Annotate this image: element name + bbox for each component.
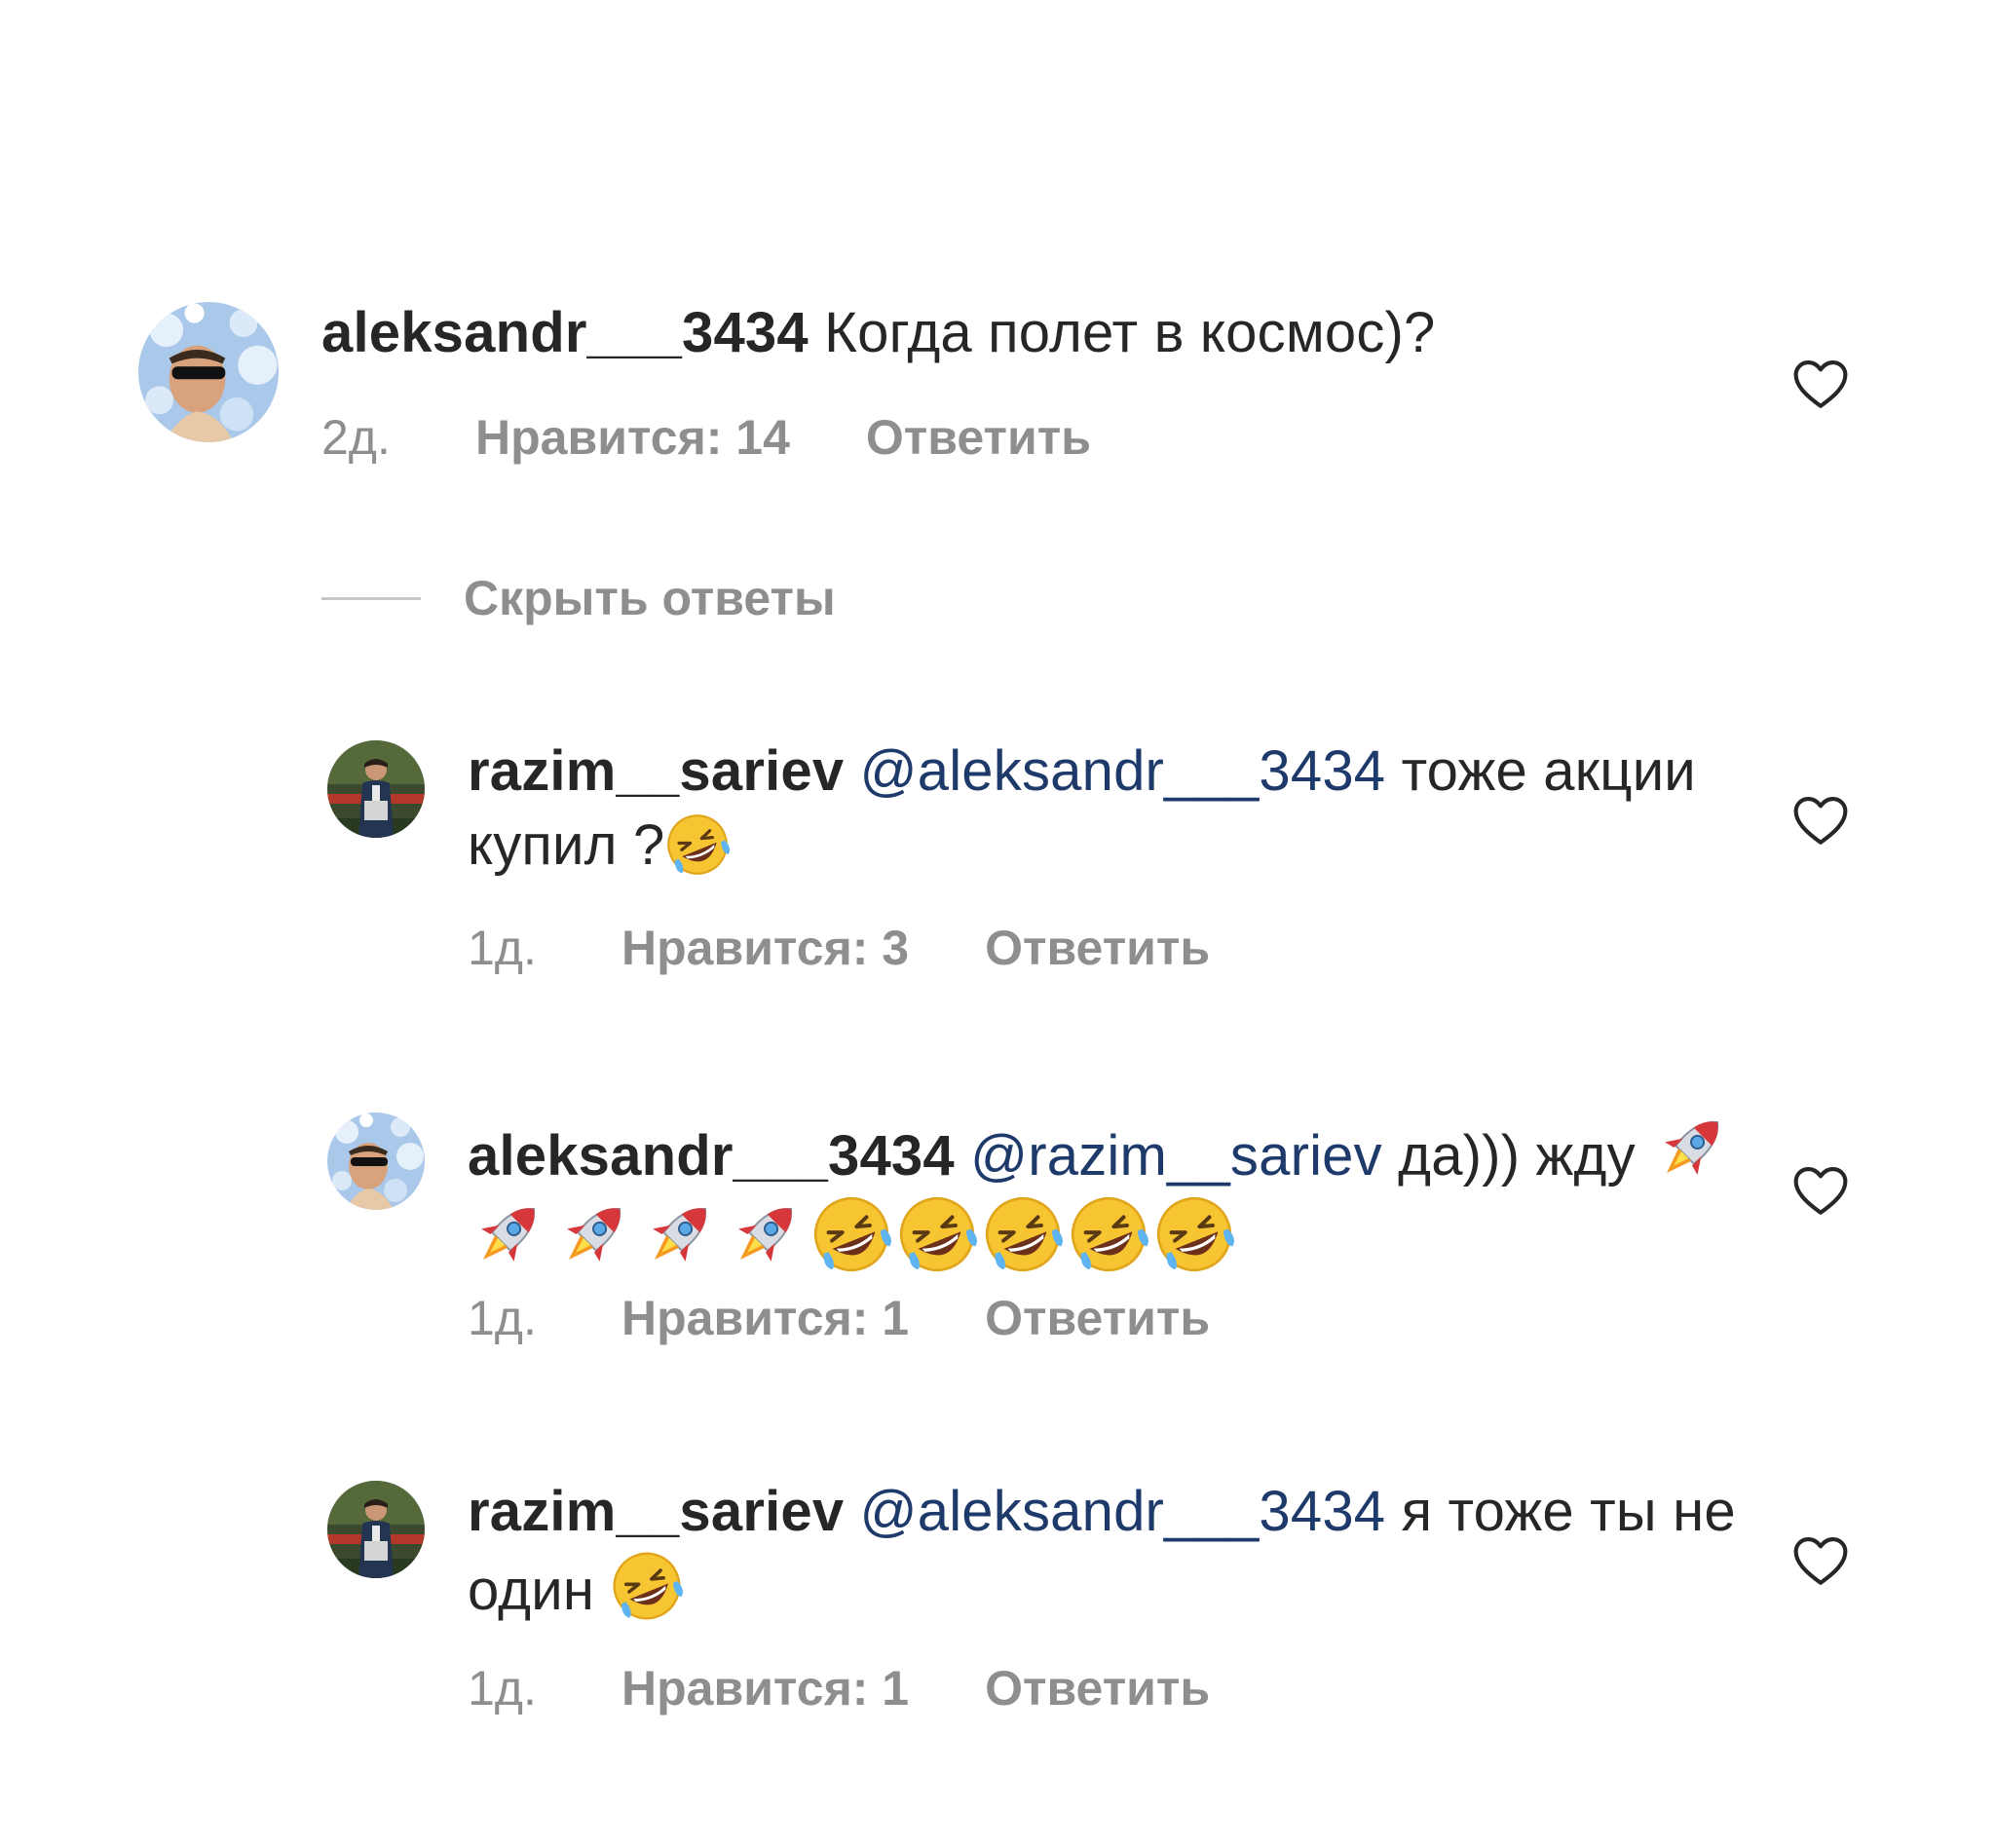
comment-text: razim__sariev @aleksandr___3434 тоже акц… <box>468 735 1792 883</box>
comment-username[interactable]: razim__sariev <box>468 739 844 803</box>
comment-meta: 2д. Нравится: 14 Ответить <box>321 409 1091 466</box>
comment-likes[interactable]: Нравится: 14 <box>475 409 790 466</box>
heart-icon[interactable] <box>1792 1165 1849 1218</box>
reply-button[interactable]: Ответить <box>985 1660 1210 1716</box>
rocket-emoji <box>725 1193 807 1275</box>
comment-time[interactable]: 1д. <box>468 1660 621 1716</box>
comment-meta: 1д. Нравится: 3 Ответить <box>468 920 1210 976</box>
comment-username[interactable]: razim__sariev <box>468 1480 844 1543</box>
rolling-on-floor-laughing-emoji <box>896 1193 978 1275</box>
hide-replies-label: Скрыть ответы <box>464 571 836 625</box>
rolling-on-floor-laughing-emoji <box>982 1193 1064 1275</box>
avatar[interactable] <box>327 1113 425 1210</box>
rocket-emoji <box>553 1193 635 1275</box>
avatar[interactable] <box>138 302 279 442</box>
comment-time[interactable]: 1д. <box>468 1290 621 1346</box>
comment-mention[interactable]: @aleksandr___3434 <box>860 1480 1386 1543</box>
avatar[interactable] <box>327 1481 425 1578</box>
comment-text: aleksandr___3434 @razim__sariev да))) жд… <box>468 1107 1792 1280</box>
comment-likes[interactable]: Нравится: 3 <box>621 920 909 976</box>
avatar-image <box>138 302 279 442</box>
comment-time[interactable]: 1д. <box>468 920 621 976</box>
rolling-on-floor-laughing-emoji <box>1153 1193 1235 1275</box>
rocket-emoji <box>468 1193 549 1275</box>
rolling-on-floor-laughing-emoji <box>664 811 731 878</box>
comment-time[interactable]: 2д. <box>321 409 475 466</box>
comment-text: razim__sariev @aleksandr___3434 я тоже т… <box>468 1475 1792 1628</box>
reply-button[interactable]: Ответить <box>985 920 1210 976</box>
comment-message: да))) жду <box>1398 1124 1636 1188</box>
comment-likes[interactable]: Нравится: 1 <box>621 1290 909 1346</box>
heart-icon[interactable] <box>1792 1535 1849 1588</box>
avatar-image <box>327 1113 425 1210</box>
comment-likes[interactable]: Нравится: 1 <box>621 1660 909 1716</box>
divider-line <box>321 596 421 600</box>
avatar-image <box>327 1481 425 1578</box>
rolling-on-floor-laughing-emoji <box>610 1549 684 1623</box>
hide-replies-toggle[interactable]: Скрыть ответы <box>321 570 836 626</box>
heart-icon[interactable] <box>1792 795 1849 848</box>
comment-meta: 1д. Нравится: 1 Ответить <box>468 1290 1210 1346</box>
rocket-emoji <box>1651 1107 1733 1188</box>
avatar-image <box>327 740 425 838</box>
reply-button[interactable]: Ответить <box>866 409 1091 466</box>
comment-mention[interactable]: @aleksandr___3434 <box>860 739 1386 803</box>
reply-button[interactable]: Ответить <box>985 1290 1210 1346</box>
rocket-emoji <box>639 1193 721 1275</box>
comment-text: aleksandr___3434 Когда полет в космос)? <box>321 296 1646 370</box>
rolling-on-floor-laughing-emoji <box>810 1193 892 1275</box>
comment-message: Когда полет в космос)? <box>824 301 1436 364</box>
comment-username[interactable]: aleksandr___3434 <box>468 1124 955 1188</box>
rolling-on-floor-laughing-emoji <box>1068 1193 1149 1275</box>
comment-mention[interactable]: @razim__sariev <box>970 1124 1382 1188</box>
avatar[interactable] <box>327 740 425 838</box>
comment-meta: 1д. Нравится: 1 Ответить <box>468 1660 1210 1716</box>
heart-icon[interactable] <box>1792 358 1849 411</box>
comment-username[interactable]: aleksandr___3434 <box>321 301 809 364</box>
